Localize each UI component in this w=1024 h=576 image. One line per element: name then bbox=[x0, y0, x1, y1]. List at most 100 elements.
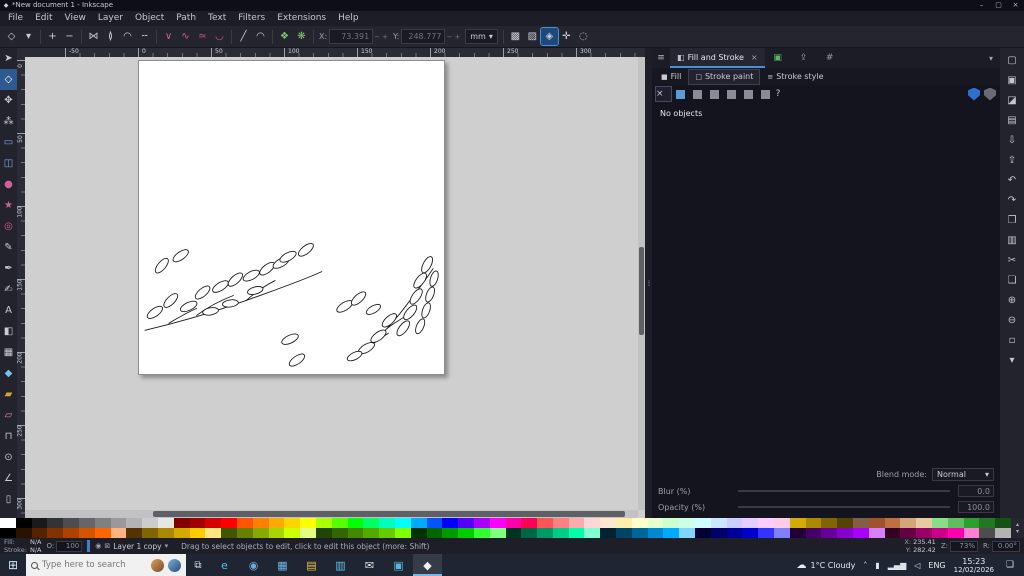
opacity-value[interactable]: 100.0 bbox=[958, 501, 994, 513]
palette-swatch[interactable] bbox=[727, 518, 743, 528]
copy-button[interactable]: ❐ bbox=[1002, 210, 1022, 230]
palette-swatch[interactable] bbox=[158, 528, 174, 538]
unit-dropdown[interactable]: mm ▾ bbox=[465, 29, 498, 44]
segment-to-line-button[interactable]: ╱ bbox=[235, 28, 252, 45]
vertical-ruler[interactable]: 050100150200250300 bbox=[17, 57, 25, 518]
subtab-fill[interactable]: ■ Fill bbox=[655, 70, 687, 84]
menu-item[interactable]: File bbox=[2, 11, 29, 26]
palette-swatch[interactable] bbox=[679, 518, 695, 528]
palette-swatch[interactable] bbox=[474, 518, 490, 528]
segment-to-curve-button[interactable]: ◠ bbox=[252, 28, 269, 45]
canvas-drawing[interactable] bbox=[139, 61, 444, 374]
palette-swatch[interactable] bbox=[790, 528, 806, 538]
palette-swatch[interactable] bbox=[32, 528, 48, 538]
palette-swatch[interactable] bbox=[316, 518, 332, 528]
palette-swatch[interactable] bbox=[521, 518, 537, 528]
tool-dropper[interactable]: ◆ bbox=[0, 363, 17, 384]
palette-swatch[interactable] bbox=[790, 518, 806, 528]
palette-swatch[interactable] bbox=[758, 528, 774, 538]
palette-swatch[interactable] bbox=[853, 518, 869, 528]
palette-swatch[interactable] bbox=[758, 518, 774, 528]
duplicate-button[interactable]: ❏ bbox=[1002, 270, 1022, 290]
taskbar-mail-icon[interactable]: ✉ bbox=[355, 554, 384, 576]
palette-swatch[interactable] bbox=[332, 528, 348, 538]
opacity-slider[interactable] bbox=[738, 506, 950, 508]
new-document-button[interactable]: ▢ bbox=[1002, 50, 1022, 70]
layer-visibility-eye-icon[interactable]: ◉ bbox=[95, 542, 101, 550]
palette-swatch[interactable] bbox=[695, 518, 711, 528]
save-document-button[interactable]: ◪ bbox=[1002, 90, 1022, 110]
taskbar-search[interactable] bbox=[26, 554, 186, 576]
palette-swatch[interactable] bbox=[600, 518, 616, 528]
palette-swatch[interactable] bbox=[174, 528, 190, 538]
palette-swatch[interactable] bbox=[553, 518, 569, 528]
search-input[interactable] bbox=[42, 560, 147, 570]
palette-swatch[interactable] bbox=[111, 518, 127, 528]
delete-segment-button[interactable]: ╌ bbox=[136, 28, 153, 45]
edit-mask-toggle[interactable]: ▨ bbox=[524, 28, 541, 45]
palette-swatch[interactable] bbox=[537, 518, 553, 528]
taskbar-clock[interactable]: 15:23 12/02/2026 bbox=[954, 557, 994, 574]
palette-swatch[interactable] bbox=[711, 528, 727, 538]
palette-swatch[interactable] bbox=[869, 518, 885, 528]
menu-item[interactable]: Help bbox=[332, 11, 365, 26]
palette-swatch[interactable] bbox=[837, 528, 853, 538]
tool-node-editor[interactable]: ◇ bbox=[0, 69, 17, 90]
palette-swatch[interactable] bbox=[616, 518, 632, 528]
palette-swatch[interactable] bbox=[284, 518, 300, 528]
y-value[interactable]: 248.777 bbox=[401, 29, 445, 44]
tool-gradient[interactable]: ◧ bbox=[0, 321, 17, 342]
tool-options-caret[interactable]: ▾ bbox=[20, 28, 37, 45]
close-tab-icon[interactable]: × bbox=[751, 53, 758, 62]
menu-item[interactable]: Edit bbox=[29, 11, 58, 26]
menu-item[interactable]: Object bbox=[129, 11, 170, 26]
palette-swatch[interactable] bbox=[205, 528, 221, 538]
import-button[interactable]: ⇩ bbox=[1002, 130, 1022, 150]
subtab-stroke-style[interactable]: ≡ Stroke style bbox=[761, 70, 829, 84]
palette-swatch[interactable] bbox=[32, 518, 48, 528]
palette-swatch[interactable] bbox=[458, 518, 474, 528]
paint-mesh-button[interactable] bbox=[758, 87, 773, 101]
close-button[interactable]: × bbox=[1007, 0, 1024, 11]
subtab-stroke-paint[interactable]: □ Stroke paint bbox=[689, 70, 759, 84]
palette-swatch[interactable] bbox=[95, 518, 111, 528]
palette-swatch[interactable] bbox=[600, 528, 616, 538]
palette-swatch[interactable] bbox=[142, 528, 158, 538]
palette-swatch[interactable] bbox=[253, 528, 269, 538]
palette-swatch[interactable] bbox=[932, 528, 948, 538]
palette-swatch[interactable] bbox=[742, 518, 758, 528]
palette-swatch[interactable] bbox=[964, 528, 980, 538]
palette-swatch[interactable] bbox=[727, 528, 743, 538]
dock-tab-export[interactable]: ⇪ bbox=[791, 48, 817, 68]
tool-measure[interactable]: ∠ bbox=[0, 468, 17, 489]
dock-collapse-chevron-icon[interactable]: ▾ bbox=[982, 54, 1000, 63]
paint-radial-gradient-button[interactable] bbox=[707, 87, 722, 101]
edit-clip-path-toggle[interactable]: ▩ bbox=[507, 28, 524, 45]
palette-swatch[interactable] bbox=[979, 528, 995, 538]
active-tool-indicator[interactable]: ◇ bbox=[3, 28, 20, 45]
palette-swatch[interactable] bbox=[616, 528, 632, 538]
palette-swatch[interactable] bbox=[821, 518, 837, 528]
palette-swatch[interactable] bbox=[395, 528, 411, 538]
tool-mesh-gradient[interactable]: ▦ bbox=[0, 342, 17, 363]
palette-swatch[interactable] bbox=[584, 528, 600, 538]
menu-item[interactable]: Layer bbox=[92, 11, 129, 26]
show-bezier-handles-toggle[interactable]: ✛ bbox=[558, 28, 575, 45]
rotation-control[interactable]: R: 0.00° bbox=[983, 541, 1020, 552]
canvas-vertical-scrollbar[interactable] bbox=[638, 57, 645, 510]
palette-swatch[interactable] bbox=[111, 528, 127, 538]
dock-tab-xml-editor[interactable]: # bbox=[817, 48, 843, 68]
current-layer-name[interactable]: Layer 1 copy bbox=[113, 542, 161, 551]
y-increment-button[interactable]: + bbox=[453, 33, 461, 41]
tool-paint-bucket[interactable]: ▰ bbox=[0, 384, 17, 405]
palette-swatch[interactable] bbox=[648, 528, 664, 538]
palette-swatch[interactable] bbox=[948, 528, 964, 538]
y-decrement-button[interactable]: − bbox=[445, 33, 453, 41]
palette-swatch[interactable] bbox=[379, 528, 395, 538]
tool-selector[interactable]: ➤ bbox=[0, 48, 17, 69]
print-button[interactable]: ▤ bbox=[1002, 110, 1022, 130]
palette-swatch[interactable] bbox=[948, 518, 964, 528]
palette-swatch[interactable] bbox=[47, 518, 63, 528]
stroke-to-path-button[interactable]: ❋ bbox=[293, 28, 310, 45]
palette-swatch[interactable] bbox=[695, 528, 711, 538]
